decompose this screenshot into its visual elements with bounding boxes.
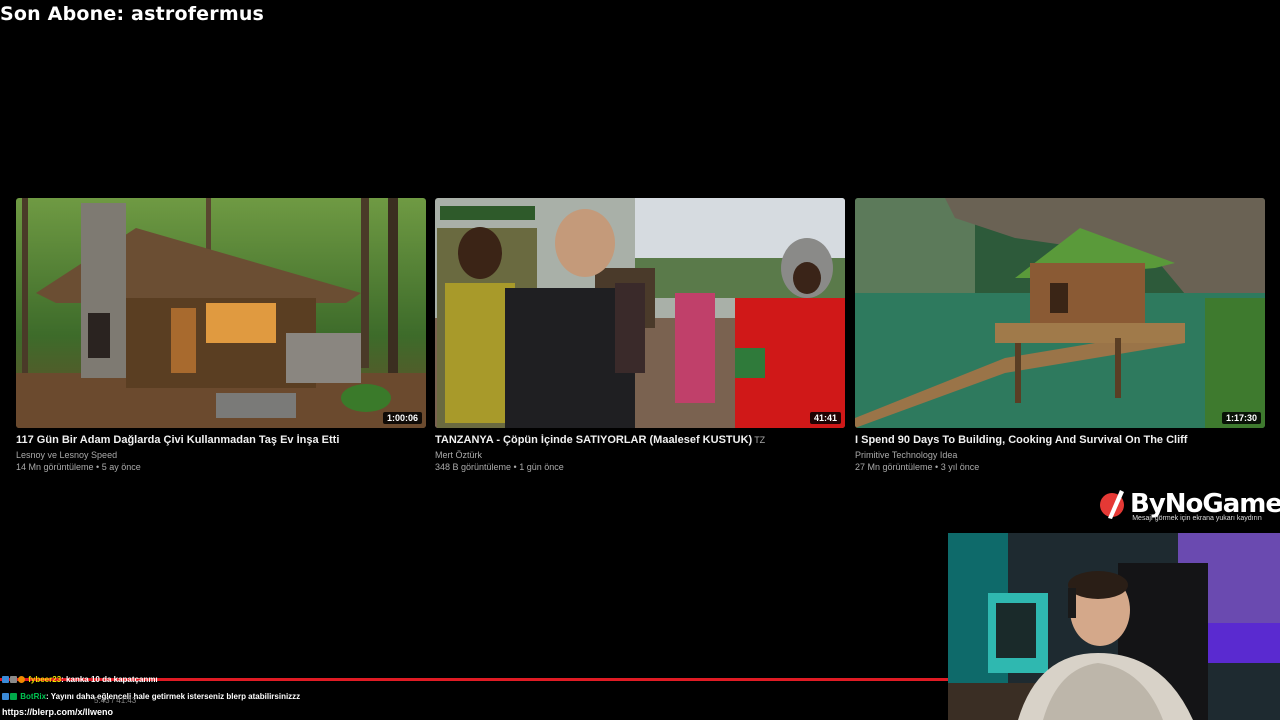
streamer-webcam-image [948, 533, 1280, 720]
twitch-icon [2, 693, 9, 700]
tanzania-market-thumbnail-image [435, 198, 845, 428]
last-subscriber-label: Son Abone: astrofermus [0, 3, 265, 25]
video-title-text[interactable]: 117 Gün Bir Adam Dağlarda Çivi Kullanmad… [16, 434, 339, 446]
bot-icon [10, 693, 17, 700]
video-timecode: 5:43 / 41:43 [94, 696, 137, 705]
chat-username: fybeer23 [28, 675, 62, 684]
video-duration: 1:17:30 [1221, 412, 1261, 424]
video-title[interactable]: I Spend 90 Days To Building, Cooking And… [855, 434, 1265, 446]
video-channel[interactable]: Primitive Technology Idea [855, 449, 1265, 461]
video-card-2[interactable]: 41:41 TANZANYA - Çöpün İçinde SATIYORLAR… [435, 198, 845, 473]
video-card-3[interactable]: 1:17:30 I Spend 90 Days To Building, Coo… [855, 198, 1265, 473]
video-meta: 14 Mn görüntüleme • 5 ay önce [16, 462, 141, 472]
badge-icon [18, 676, 25, 683]
video-thumbnail[interactable]: 1:17:30 [855, 198, 1265, 428]
video-meta: 27 Mn görüntüleme • 3 yıl önce [855, 462, 980, 472]
chat-text: : Yayını daha eğlenceli hale getirmek is… [46, 692, 301, 701]
badge-icon [10, 676, 17, 683]
video-channel[interactable]: Lesnoy ve Lesnoy Speed [16, 449, 426, 461]
video-thumbnail[interactable]: 41:41 [435, 198, 845, 428]
logo-subtext: Mesajı görmek için ekrana yukarı kaydırı… [1132, 515, 1262, 522]
blerp-link[interactable]: https://blerp.com/x/llweno [2, 707, 113, 717]
video-title[interactable]: TANZANYA - Çöpün İçinde SATIYORLAR (Maal… [435, 434, 845, 446]
video-meta: 348 B görüntüleme • 1 gün önce [435, 462, 564, 472]
chat-username: BotRix [20, 692, 47, 701]
video-card-1[interactable]: 1:00:06 117 Gün Bir Adam Dağlarda Çivi K… [16, 198, 426, 473]
stone-cabin-thumbnail-image [16, 198, 426, 428]
video-duration: 1:00:06 [382, 412, 422, 424]
twitch-icon [2, 676, 9, 683]
chat-message: BotRix: Yayını daha eğlenceli hale getir… [2, 692, 300, 701]
chat-text: : kanka 10 da kapatçanmı [61, 675, 158, 684]
video-title-text[interactable]: TANZANYA - Çöpün İçinde SATIYORLAR (Maal… [435, 434, 752, 446]
country-flag-tag: TZ [754, 435, 766, 445]
video-thumbnail[interactable]: 1:00:06 [16, 198, 426, 428]
video-duration: 41:41 [809, 412, 841, 424]
video-title-text[interactable]: I Spend 90 Days To Building, Cooking And… [855, 434, 1187, 446]
cliff-cabin-thumbnail-image [855, 198, 1265, 428]
video-title[interactable]: 117 Gün Bir Adam Dağlarda Çivi Kullanmad… [16, 434, 426, 446]
video-channel[interactable]: Mert Öztürk [435, 449, 845, 461]
chat-message: fybeer23: kanka 10 da kapatçanmı [2, 675, 158, 684]
webcam-feed [948, 533, 1280, 720]
